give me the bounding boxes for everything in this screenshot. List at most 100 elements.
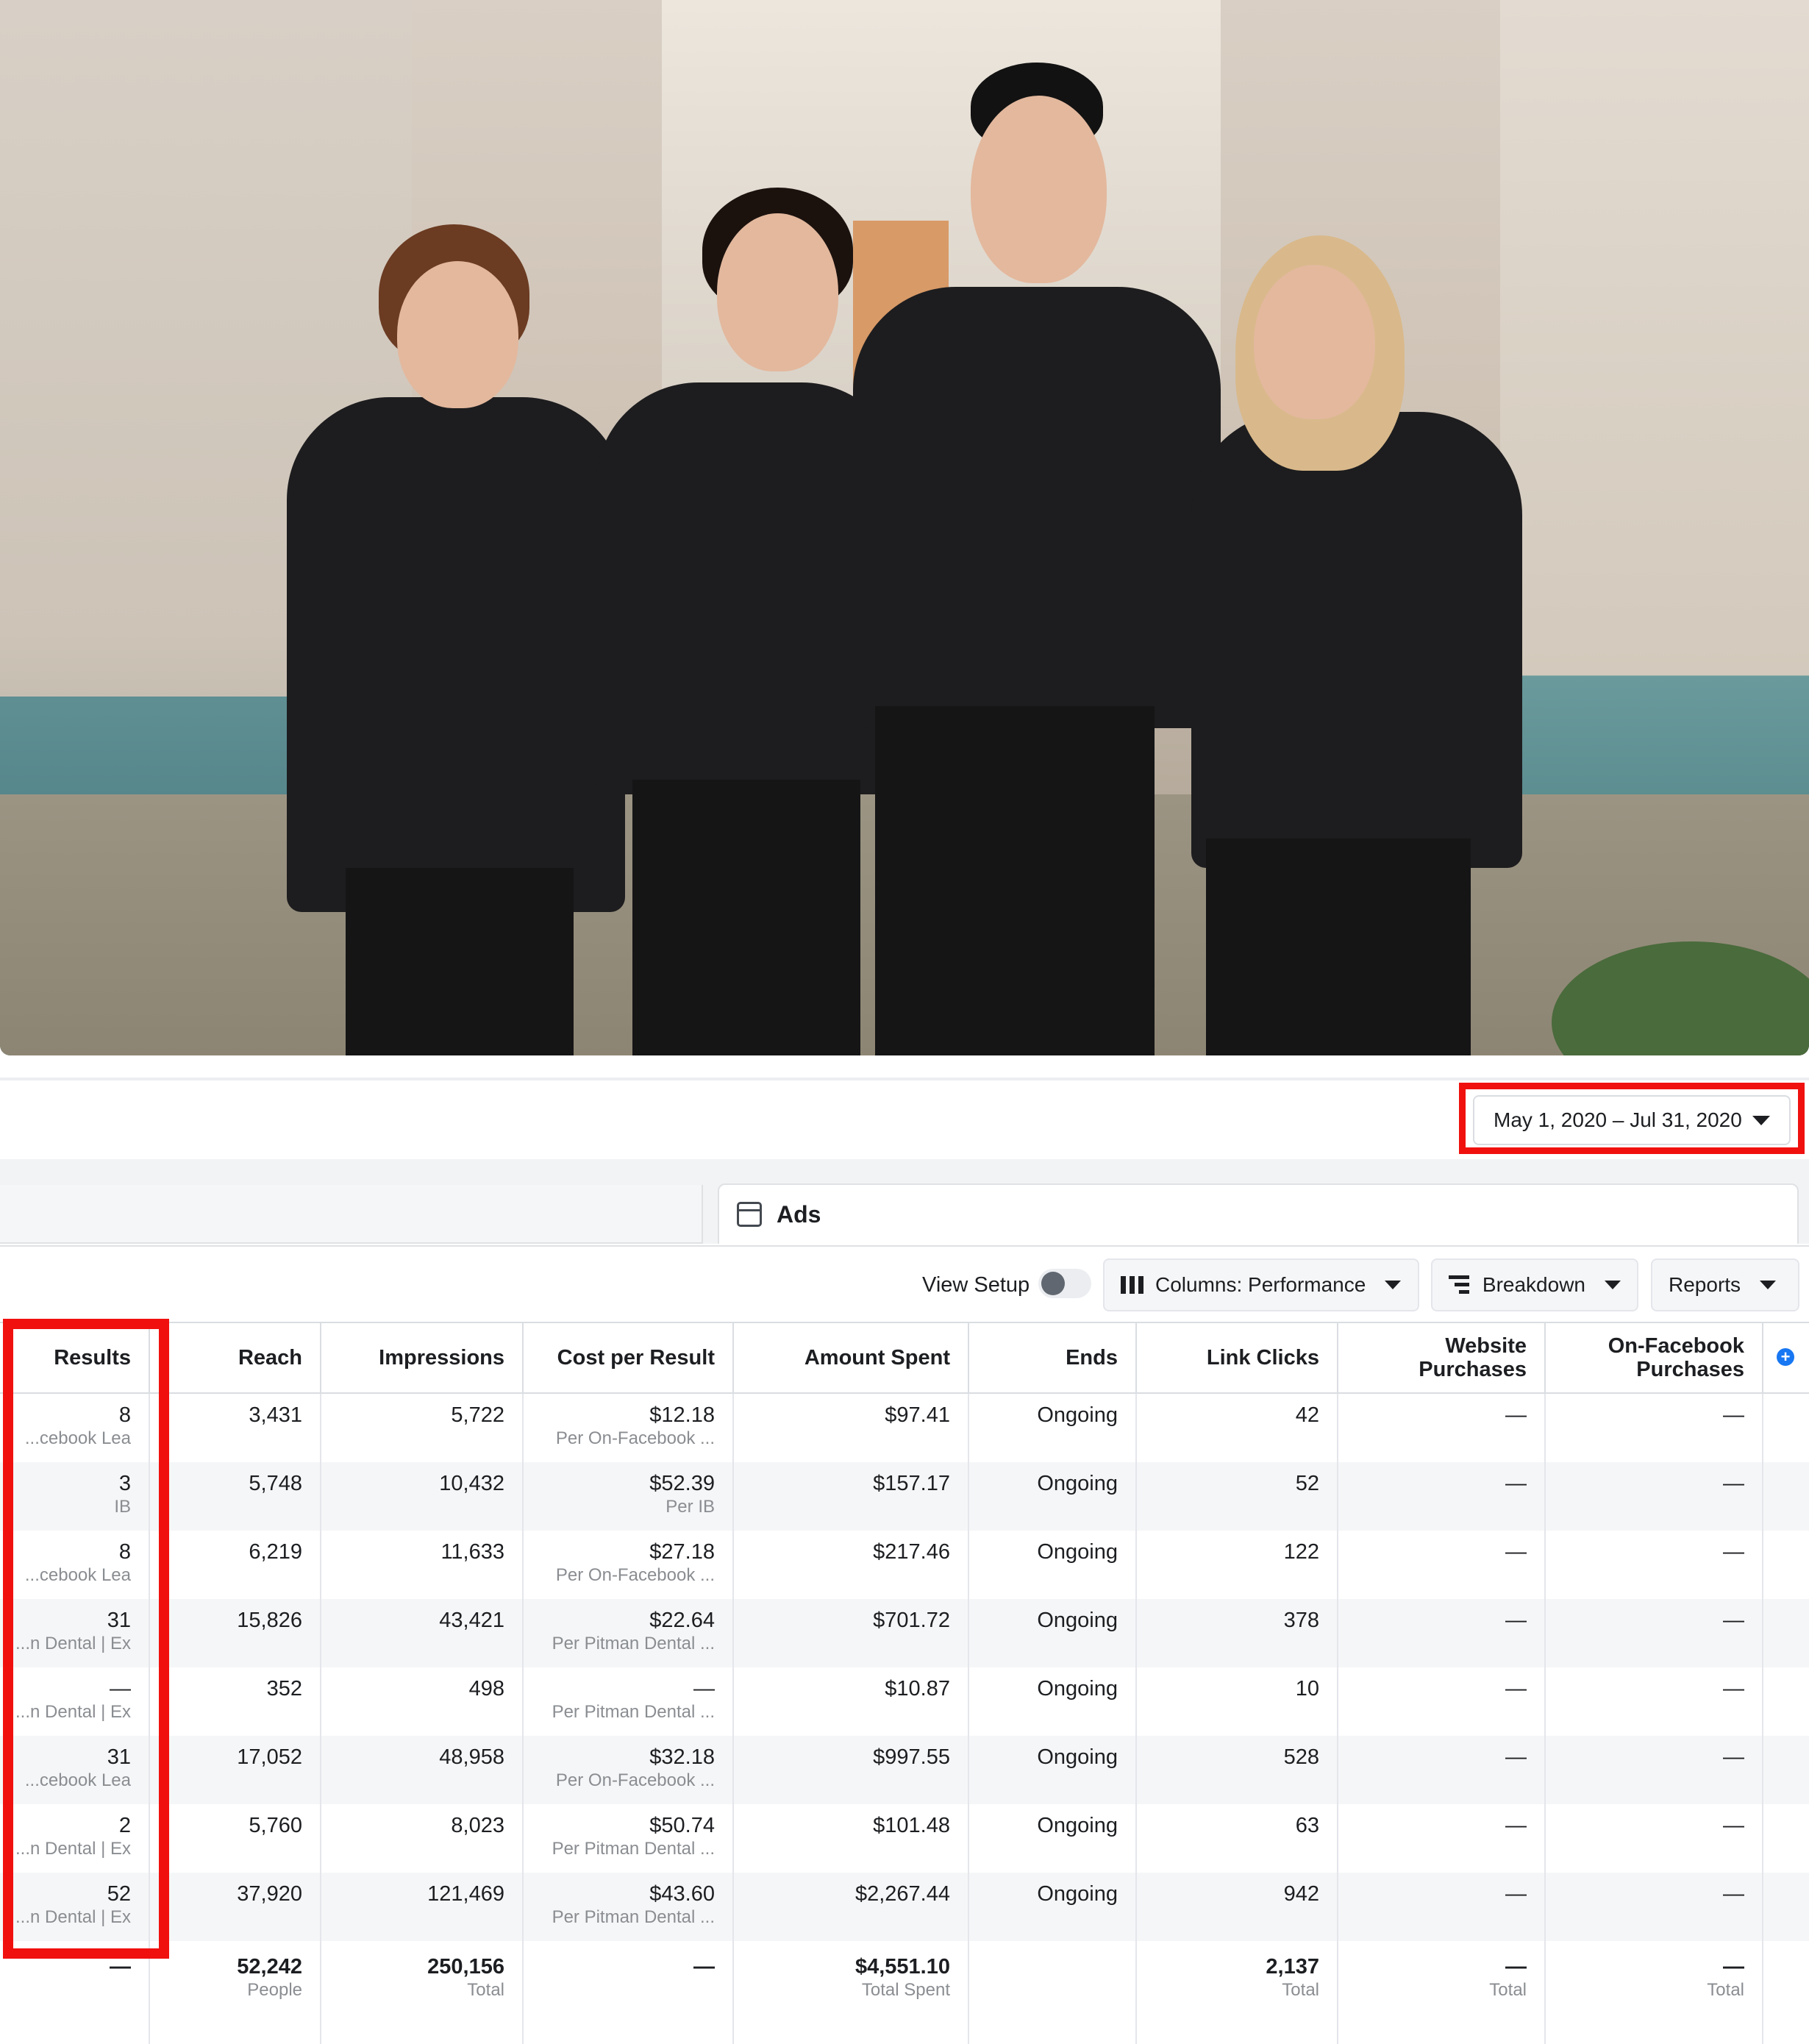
cell-value: 11,633 (440, 1540, 504, 1564)
table-row[interactable]: 31 n Dental | Ex... 15,826 43,421 $22.64 Per … (0, 1599, 1809, 1667)
table-row[interactable]: 8 cebook Lea... 3,431 5,722 $12.18 Per On-Fac… (0, 1394, 1809, 1462)
table-row[interactable]: 2n Dental | Ex... 5,760 8,023 $50.74 Per Pit… (0, 1804, 1809, 1873)
table-row[interactable]: 52 n Dental | Ex... 37,920 121,469 $43.60 Per… (0, 1873, 1809, 1941)
total-value: — (110, 1955, 131, 1979)
cell-reach: 37,920 (150, 1873, 321, 1941)
table-row[interactable]: 31 cebook Lea... 17,052 48,958 $32.18 Per On-… (0, 1736, 1809, 1804)
cell-clicks: 528 (1137, 1736, 1338, 1804)
cell-value: — (1723, 1472, 1744, 1495)
total-subtext: Total (1489, 1980, 1527, 2000)
ads-calendar-icon (737, 1202, 762, 1227)
col-reach[interactable]: Reach (150, 1323, 321, 1392)
cell-reach: 15,826 (150, 1599, 321, 1667)
cell-ends: Ongoing (969, 1599, 1137, 1667)
toggle-knob (1041, 1272, 1065, 1295)
cell-value: $157.17 (873, 1472, 950, 1495)
cell-value: Ongoing (1037, 1472, 1118, 1495)
cell-web: — (1338, 1804, 1546, 1873)
total-onfb: — Total (1546, 1941, 1763, 2044)
breakdown-dropdown[interactable]: Breakdown (1431, 1258, 1638, 1311)
col-cost-per-result[interactable]: Cost per Result (524, 1323, 734, 1392)
cell-subtext: IB (114, 1497, 131, 1517)
cell-value: $27.18 (649, 1540, 715, 1564)
cell-ends: Ongoing (969, 1394, 1137, 1462)
cell-impressions: 10,432 (321, 1462, 524, 1531)
total-value: 2,137 (1266, 1955, 1319, 1979)
cell-cost: $52.39 Per IB (524, 1462, 734, 1531)
cell-value: 5,760 (249, 1814, 302, 1837)
total-impressions: 250,156 Total (321, 1941, 524, 2044)
cell-impressions: 43,421 (321, 1599, 524, 1667)
cell-value: $2,267.44 (854, 1882, 950, 1906)
total-cost: — (524, 1941, 734, 2044)
cell-subtext: n Dental | Ex... (15, 1839, 131, 1859)
total-value: — (693, 1955, 715, 1979)
cell-value: 2 (118, 1814, 131, 1837)
cell-value: 48,958 (439, 1745, 504, 1769)
cell-value: $22.64 (649, 1609, 715, 1632)
tab-campaigns-panel[interactable] (0, 1185, 703, 1244)
view-setup-toggle[interactable] (1038, 1269, 1091, 1298)
col-website-purchases[interactable]: Website Purchases (1338, 1323, 1546, 1392)
table-header: Results Reach Impressions Cost per Resul… (0, 1322, 1809, 1394)
cell-value: — (1505, 1677, 1527, 1701)
col-link-clicks[interactable]: Link Clicks (1137, 1323, 1338, 1392)
cell-results: 8 cebook Lea... (0, 1531, 150, 1599)
cell-value: $12.18 (649, 1403, 715, 1427)
totals-row: —52,242 People 250,156 Total — $4,551.10 Total… (0, 1941, 1809, 2044)
cell-subtext: cebook Lea... (24, 1428, 131, 1448)
tab-ads[interactable]: Ads (718, 1183, 1799, 1244)
table-row[interactable]: 8 cebook Lea... 6,219 11,633 $27.18 Per On-Fa… (0, 1531, 1809, 1599)
cell-value: Ongoing (1037, 1882, 1118, 1906)
cell-value: — (1723, 1403, 1744, 1427)
total-subtext: Total (1282, 1980, 1319, 2000)
col-results[interactable]: Results (0, 1323, 150, 1392)
columns-dropdown[interactable]: Columns: Performance (1103, 1258, 1419, 1311)
total-spent: $4,551.10 Total Spent (734, 1941, 969, 2044)
cell-cost: $32.18 Per On-Facebook ... (524, 1736, 734, 1804)
total-value: 52,242 (237, 1955, 302, 1979)
cell-value: 8 (118, 1540, 131, 1564)
cell-value: 8,023 (451, 1814, 504, 1837)
cell-value: 6,219 (249, 1540, 302, 1564)
cell-cost: $50.74 Per Pitman Dental ... (524, 1804, 734, 1873)
cell-clicks: 378 (1137, 1599, 1338, 1667)
cell-clicks: 52 (1137, 1462, 1338, 1531)
cell-reach: 3,431 (150, 1394, 321, 1462)
cell-subtext: Per On-Facebook ... (555, 1770, 715, 1790)
cell-impressions: 48,958 (321, 1736, 524, 1804)
reports-dropdown[interactable]: Reports (1651, 1258, 1799, 1311)
team-photo (0, 0, 1809, 1055)
cell-subtext: n Dental | Ex... (15, 1634, 131, 1653)
breakdown-icon (1449, 1275, 1469, 1295)
add-column-icon[interactable]: + (1777, 1348, 1794, 1366)
cell-impressions: 8,023 (321, 1804, 524, 1873)
cell-value: 5,748 (249, 1472, 302, 1495)
col-on-facebook-purchases[interactable]: On-Facebook Purchases (1546, 1323, 1763, 1392)
cell-clicks: 42 (1137, 1394, 1338, 1462)
cell-reach: 5,748 (150, 1462, 321, 1531)
cell-value: 63 (1295, 1814, 1319, 1837)
col-impressions[interactable]: Impressions (321, 1323, 524, 1392)
cell-value: Ongoing (1037, 1814, 1118, 1837)
cell-value: — (1505, 1403, 1527, 1427)
cell-value: — (1505, 1472, 1527, 1495)
table-row[interactable]: 3 IB 5,748 10,432 $52.39 Per IB $157.17 Ongoing… (0, 1462, 1809, 1531)
cell-value: 3,431 (249, 1403, 302, 1427)
cell-value: $701.72 (873, 1609, 950, 1632)
total-subtext: Total (1707, 1980, 1744, 2000)
cell-onfb: — (1546, 1462, 1763, 1531)
cell-value: 122 (1283, 1540, 1319, 1564)
cell-ends: Ongoing (969, 1736, 1137, 1804)
col-ends[interactable]: Ends (969, 1323, 1137, 1392)
cell-value: $101.48 (873, 1814, 950, 1837)
cell-spent: $2,267.44 (734, 1873, 969, 1941)
cell-onfb: — (1546, 1599, 1763, 1667)
cell-value: $10.87 (885, 1677, 950, 1701)
cell-value: — (1505, 1882, 1527, 1906)
cell-results: 31 n Dental | Ex... (0, 1599, 150, 1667)
table-row[interactable]: — n Dental | Ex... 352 498— Per Pitman Denta… (0, 1667, 1809, 1736)
cell-value: — (1723, 1745, 1744, 1769)
reports-label: Reports (1669, 1273, 1741, 1296)
col-amount-spent[interactable]: Amount Spent (734, 1323, 969, 1392)
